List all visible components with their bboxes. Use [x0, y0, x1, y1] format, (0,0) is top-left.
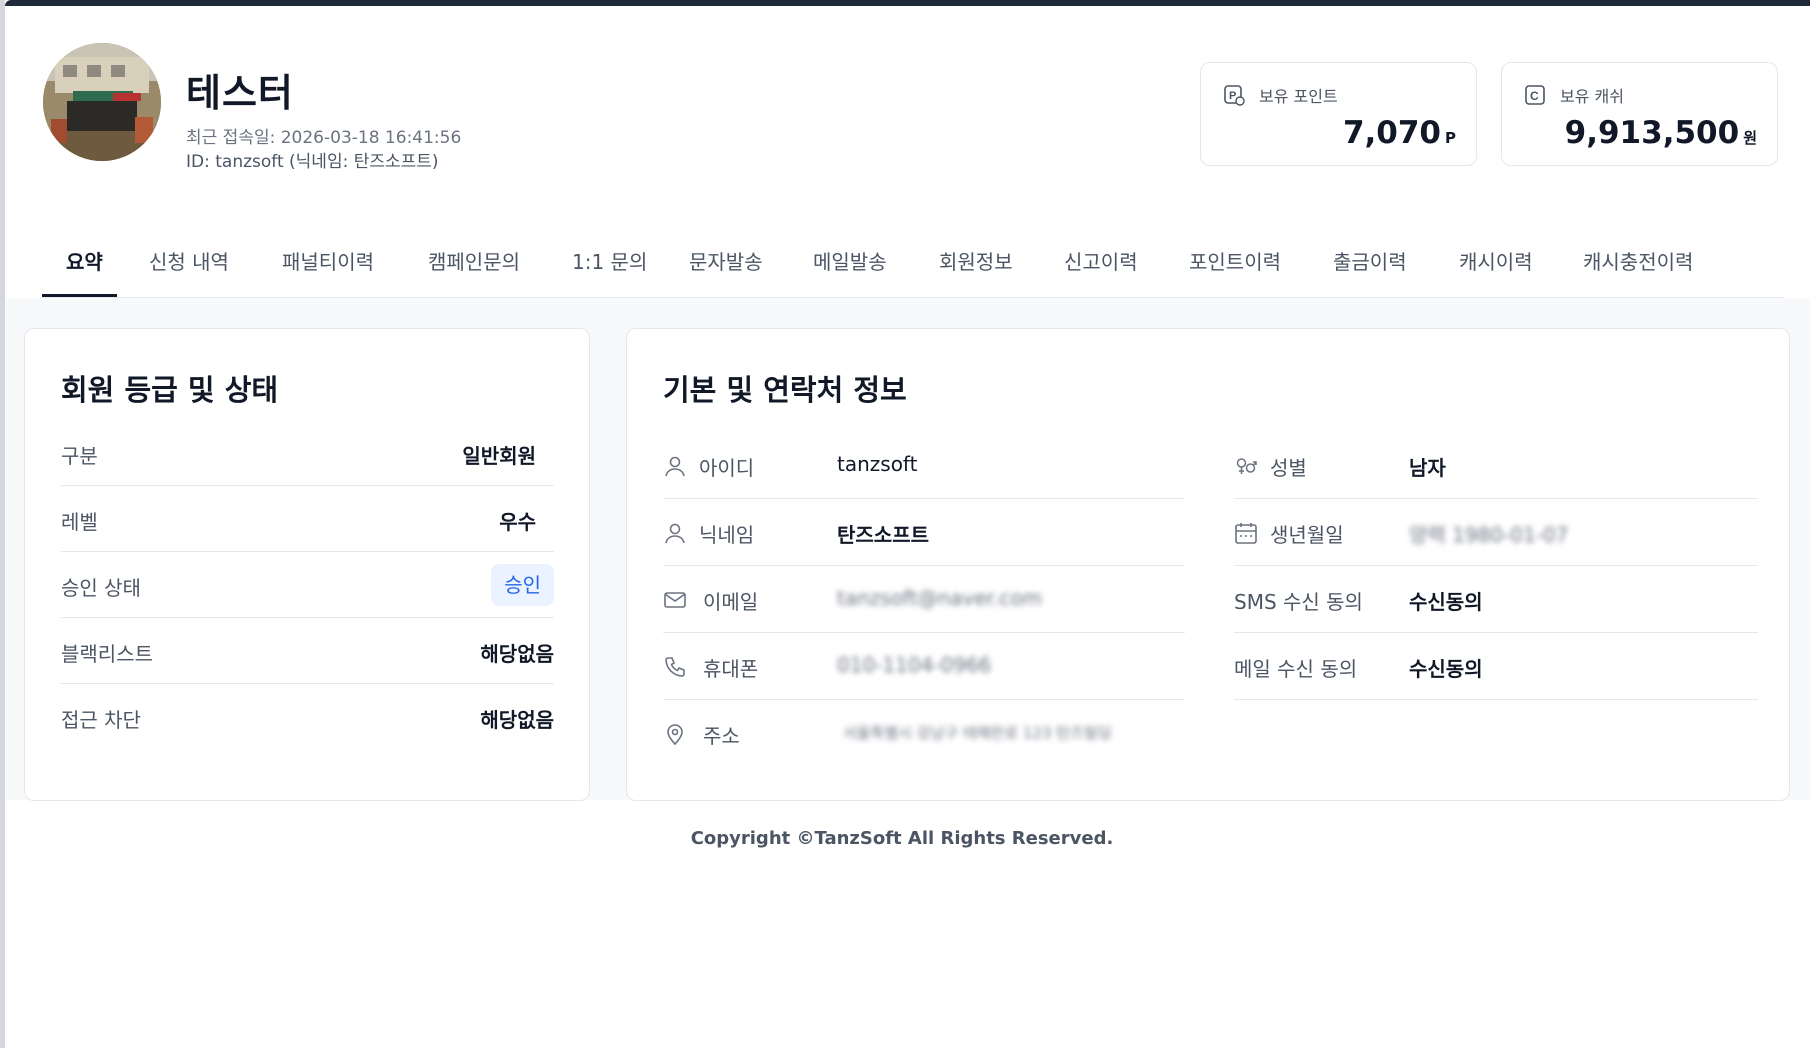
profile-name: 테스터	[186, 71, 294, 115]
tab-cash-charge-history[interactable]: 캐시충전이력	[1583, 246, 1693, 275]
info-row-address: 주소 서울특별시 강남구 테헤란로 123 탄즈빌딩	[663, 700, 1185, 767]
tab-summary[interactable]: 요약	[66, 246, 103, 275]
grade-card-title: 회원 등급 및 상태	[61, 373, 279, 407]
copyright-text: Copyright ©TanzSoft All Rights Reserved.	[690, 828, 1114, 849]
info-value: 양력 1980-01-07	[1409, 519, 1568, 548]
status-key: 레벨	[61, 510, 98, 534]
contact-info-card: 기본 및 연락처 정보 아이디 tanzsoft 닉네임 탄즈소프트 이메일 t…	[626, 328, 1790, 801]
info-row-birthdate: 생년월일 양력 1980-01-07	[1234, 499, 1758, 566]
user-icon	[665, 456, 685, 477]
status-value: 일반회원	[462, 444, 536, 468]
status-row-approval: 승인 상태 승인	[61, 552, 554, 618]
avatar	[43, 43, 161, 161]
tab-cash-history[interactable]: 캐시이력	[1459, 246, 1533, 275]
cash-unit: 원	[1743, 129, 1757, 147]
info-key: SMS 수신 동의	[1234, 590, 1363, 614]
cash-label: 보유 캐쉬	[1560, 87, 1624, 106]
info-key: 닉네임	[699, 523, 755, 547]
info-value: 수신동의	[1409, 657, 1483, 681]
tab-one-to-one-inquiry[interactable]: 1:1 문의	[572, 246, 647, 275]
tab-point-history[interactable]: 포인트이력	[1189, 246, 1281, 275]
location-icon	[667, 724, 683, 746]
points-card: P 보유 포인트 7,070 P	[1200, 62, 1477, 166]
tab-withdrawal-history[interactable]: 출금이력	[1333, 246, 1407, 275]
info-row-phone: 휴대폰 010-1104-0966	[663, 633, 1185, 700]
svg-text:C: C	[1530, 89, 1539, 103]
member-id-text: ID: tanzsoft (닉네임: 탄즈소프트)	[186, 152, 439, 172]
points-value: 7,070 P	[1343, 115, 1456, 151]
info-row-sms-consent: SMS 수신 동의 수신동의	[1234, 566, 1758, 633]
info-row-email: 이메일 tanzsoft@naver.com	[663, 566, 1185, 633]
status-row-level: 레벨 우수	[61, 486, 554, 552]
point-icon: P	[1224, 85, 1245, 106]
active-tab-indicator	[42, 294, 117, 297]
tab-sms-send[interactable]: 문자발송	[689, 246, 763, 275]
phone-blurred-value: 010-1104-0966	[837, 653, 992, 677]
info-row-mail-consent: 메일 수신 동의 수신동의	[1234, 633, 1758, 700]
status-key: 접근 차단	[61, 708, 141, 732]
info-row-nickname: 닉네임 탄즈소프트	[663, 499, 1185, 566]
info-key: 메일 수신 동의	[1234, 657, 1358, 681]
mail-icon	[664, 592, 686, 608]
grade-status-card: 회원 등급 및 상태 구분 일반회원 레벨 우수 승인 상태 승인 블랙리스트 …	[24, 328, 590, 801]
calendar-icon	[1235, 523, 1257, 544]
window-left-edge	[0, 0, 5, 1048]
status-key: 블랙리스트	[61, 642, 153, 666]
contact-card-title: 기본 및 연락처 정보	[663, 373, 907, 407]
tab-penalty-history[interactable]: 패널티이력	[282, 246, 374, 275]
points-amount: 7,070	[1342, 115, 1441, 151]
tab-bar: 요약 신청 내역 패널티이력 캠페인문의 1:1 문의 문자발송 메일발송 회원…	[42, 228, 1784, 298]
birthdate-blurred-value: 양력 1980-01-07	[1409, 523, 1569, 547]
status-value: 우수	[499, 510, 536, 534]
status-row-access-block: 접근 차단 해당없음	[61, 684, 554, 750]
info-row-gender: 성별 남자	[1234, 432, 1758, 499]
info-value: tanzsoft@naver.com	[837, 586, 1042, 610]
info-key: 주소	[703, 724, 740, 748]
profile-meta: 최근 접속일: 2026-03-18 16:41:56 ID: tanzsoft…	[186, 126, 461, 174]
tab-report-history[interactable]: 신고이력	[1064, 246, 1138, 275]
tab-member-info[interactable]: 회원정보	[939, 246, 1013, 275]
info-key: 아이디	[699, 456, 755, 480]
status-value: 해당없음	[480, 642, 554, 666]
cash-card: C 보유 캐쉬 9,913,500 원	[1501, 62, 1778, 166]
footer-copyright: Copyright ©TanzSoft All Rights Reserved.	[6, 828, 1810, 849]
tab-applications[interactable]: 신청 내역	[149, 246, 229, 275]
points-unit: P	[1445, 129, 1456, 147]
status-key: 구분	[61, 444, 98, 468]
info-value: tanzsoft	[837, 452, 918, 476]
info-value: 서울특별시 강남구 테헤란로 123 탄즈빌딩	[843, 722, 1112, 743]
info-key: 이메일	[703, 590, 759, 614]
info-key: 휴대폰	[703, 657, 759, 681]
status-row-category: 구분 일반회원	[61, 420, 554, 486]
status-key: 승인 상태	[61, 576, 141, 600]
cash-value: 9,913,500 원	[1565, 115, 1757, 151]
content-area: 회원 등급 및 상태 구분 일반회원 레벨 우수 승인 상태 승인 블랙리스트 …	[6, 298, 1810, 801]
cash-icon: C	[1525, 85, 1545, 105]
user-icon	[665, 523, 685, 544]
info-value: 남자	[1409, 456, 1446, 480]
info-key: 성별	[1270, 456, 1307, 480]
profile-header: 테스터 최근 접속일: 2026-03-18 16:41:56 ID: tanz…	[6, 6, 1810, 298]
svg-text:P: P	[1229, 90, 1236, 102]
info-value: 010-1104-0966	[837, 653, 991, 677]
last-login-text: 최근 접속일: 2026-03-18 16:41:56	[186, 128, 462, 148]
approval-status-badge: 승인	[491, 564, 554, 606]
status-value: 해당없음	[480, 708, 554, 732]
tab-mail-send[interactable]: 메일발송	[813, 246, 887, 275]
points-label: 보유 포인트	[1259, 87, 1338, 106]
info-value: 탄즈소프트	[837, 523, 929, 547]
address-blurred-value: 서울특별시 강남구 테헤란로 123 탄즈빌딩	[843, 724, 1112, 742]
gender-icon	[1236, 458, 1257, 474]
cash-amount: 9,913,500	[1564, 115, 1740, 151]
tab-campaign-inquiry[interactable]: 캠페인문의	[428, 246, 520, 275]
status-row-blacklist: 블랙리스트 해당없음	[61, 618, 554, 684]
info-value: 수신동의	[1409, 590, 1483, 614]
email-blurred-value: tanzsoft@naver.com	[837, 586, 1042, 610]
info-row-user-id: 아이디 tanzsoft	[663, 432, 1185, 499]
member-detail-page: 테스터 최근 접속일: 2026-03-18 16:41:56 ID: tanz…	[6, 6, 1810, 1048]
phone-icon	[665, 657, 685, 677]
info-key: 생년월일	[1270, 523, 1344, 547]
